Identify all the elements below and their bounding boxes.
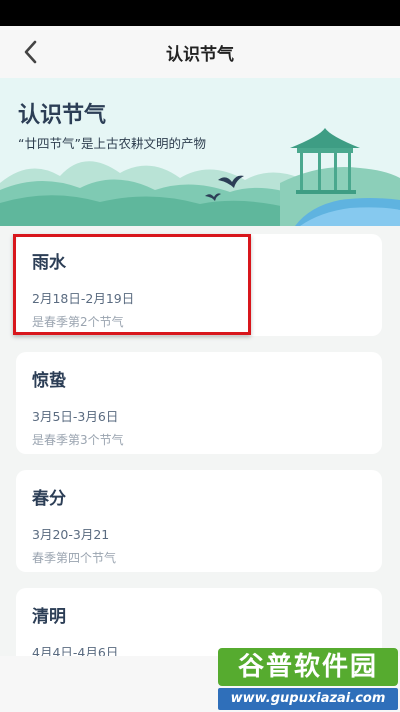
solar-term-card-chunfen[interactable]: 春分 3月20-3月21 春季第四个节气 (16, 470, 382, 572)
solar-term-dates: 3月20-3月21 (32, 527, 110, 542)
solar-term-dates: 2月18日-2月19日 (32, 291, 135, 306)
page-title: 认识节气 (166, 45, 234, 65)
solar-term-name: 春分 (32, 489, 66, 509)
solar-term-dates: 3月5日-3月6日 (32, 409, 119, 424)
solar-term-desc: 春季第四个节气 (32, 551, 117, 565)
solar-term-desc: 是春季第3个节气 (32, 433, 124, 447)
status-bar (0, 0, 400, 26)
solar-term-desc: 是春季第2个节气 (32, 315, 124, 329)
solar-term-card-qingming[interactable]: 清明 4月4日-4月6日 (16, 588, 382, 656)
solar-term-card-yushui[interactable]: 雨水 2月18日-2月19日 是春季第2个节气 (16, 234, 382, 336)
watermark-text: 谷普软件园 (218, 648, 398, 686)
watermark-url: www.gupuxiazai.com (218, 688, 398, 710)
solar-term-list[interactable]: 雨水 2月18日-2月19日 是春季第2个节气 惊蛰 3月5日-3月6日 是春季… (0, 226, 400, 656)
solar-term-card-jingzhe[interactable]: 惊蛰 3月5日-3月6日 是春季第3个节气 (16, 352, 382, 454)
banner-title: 认识节气 (18, 103, 107, 128)
watermark: 谷普软件园 www.gupuxiazai.com (218, 648, 398, 710)
solar-term-name: 雨水 (32, 253, 66, 273)
solar-term-name: 惊蛰 (32, 371, 66, 391)
nav-bar: 认识节气 (0, 26, 400, 78)
banner-subtitle: “廿四节气”是上古农耕文明的产物 (18, 136, 206, 151)
banner: 认识节气 “廿四节气”是上古农耕文明的产物 (0, 78, 400, 226)
solar-term-name: 清明 (32, 607, 66, 627)
solar-term-dates: 4月4日-4月6日 (32, 645, 119, 656)
